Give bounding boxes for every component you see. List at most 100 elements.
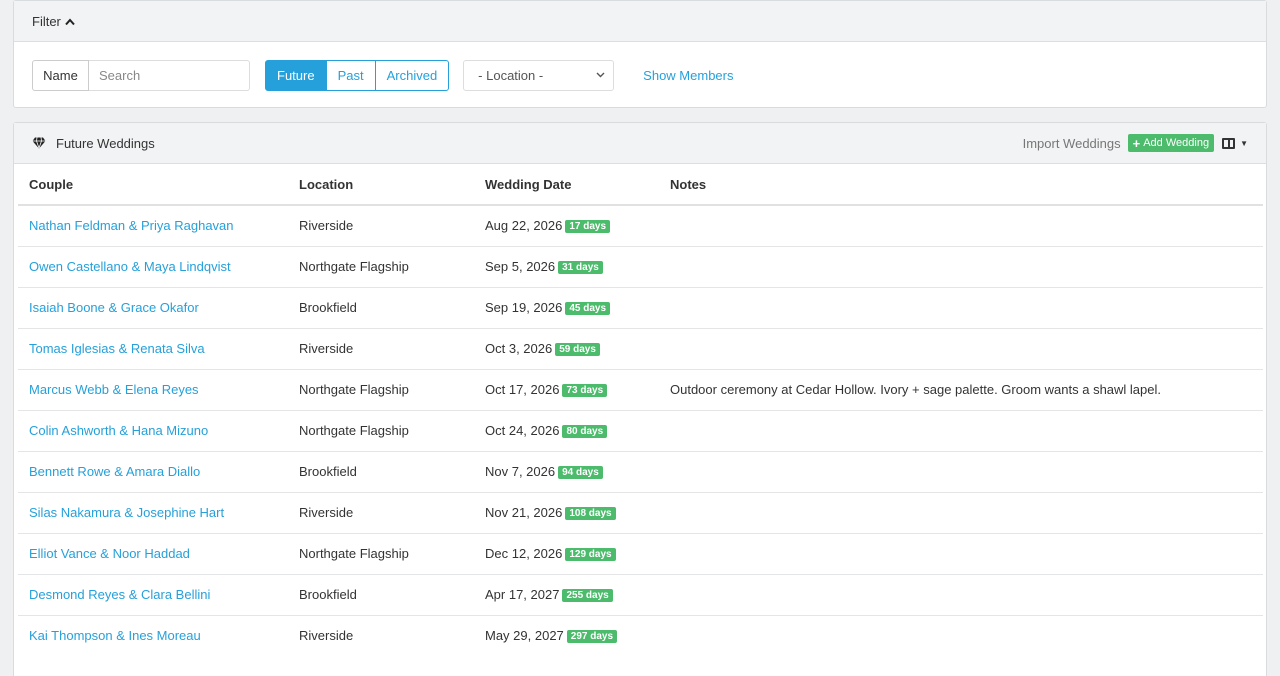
couple-link[interactable]: Bennett Rowe & Amara Diallo — [29, 464, 200, 479]
column-header-notes[interactable]: Notes — [659, 164, 1263, 206]
name-label: Name — [32, 59, 89, 91]
filter-title: Filter — [32, 13, 61, 29]
weddings-heading: Future Weddings Import Weddings + Add We… — [14, 123, 1266, 164]
wedding-date: Sep 5, 2026 — [485, 259, 556, 274]
notes-cell — [659, 205, 1263, 247]
wedding-date: Oct 17, 2026 — [485, 382, 560, 397]
notes-cell — [659, 492, 1263, 534]
wedding-date: Nov 21, 2026 — [485, 505, 563, 520]
date-cell: Aug 22, 2026 17 days — [474, 205, 659, 247]
couple-link[interactable]: Desmond Reyes & Clara Bellini — [29, 587, 210, 602]
days-badge: 59 days — [555, 343, 600, 356]
days-badge: 17 days — [565, 220, 611, 234]
wedding-date: Sep 19, 2026 — [485, 300, 563, 315]
location-cell: Brookfield — [288, 287, 474, 329]
table-row: Marcus Webb & Elena Reyes Northgate Flag… — [18, 369, 1263, 411]
date-cell: Oct 17, 2026 73 days — [474, 369, 659, 411]
date-cell: Apr 17, 2027 255 days — [474, 574, 659, 616]
archived-button[interactable]: Archived — [374, 59, 450, 91]
table-row: Silas Nakamura & Josephine Hart Riversid… — [18, 492, 1263, 534]
couple-link[interactable]: Colin Ashworth & Hana Mizuno — [29, 423, 208, 438]
columns-icon — [1222, 137, 1236, 149]
table-row: Owen Castellano & Maya Lindqvist Northga… — [18, 246, 1263, 288]
filter-body: Name Future Past Archived - Location - S… — [14, 42, 1266, 108]
date-cell: May 29, 2027 297 days — [474, 615, 659, 656]
weddings-table: Couple Location Wedding Date Notes Natha… — [18, 164, 1263, 656]
notes-cell — [659, 410, 1263, 452]
wedding-date: May 29, 2027 — [485, 628, 564, 644]
add-wedding-button[interactable]: + Add Wedding — [1127, 134, 1215, 152]
days-badge: 45 days — [565, 302, 611, 315]
diamond-icon — [32, 137, 46, 149]
notes-cell — [659, 328, 1263, 370]
columns-toggle-button[interactable]: ▼ — [1222, 137, 1248, 149]
column-header-location[interactable]: Location — [288, 164, 474, 206]
location-cell: Riverside — [288, 492, 474, 534]
caret-down-icon: ▼ — [1240, 138, 1248, 148]
notes-cell — [659, 574, 1263, 616]
couple-link[interactable]: Elliot Vance & Noor Haddad — [29, 546, 190, 561]
column-header-wedding-date[interactable]: Wedding Date — [474, 164, 659, 206]
column-header-couple[interactable]: Couple — [18, 164, 288, 206]
location-cell: Brookfield — [288, 574, 474, 616]
plus-icon: + — [1132, 135, 1141, 151]
notes-cell — [659, 533, 1263, 575]
filter-panel: Filter Name Future Past Archived - Locat… — [13, 0, 1267, 108]
filter-toggle[interactable]: Filter — [14, 1, 1266, 42]
couple-link[interactable]: Silas Nakamura & Josephine Hart — [29, 505, 224, 520]
location-cell: Riverside — [288, 205, 474, 247]
wedding-date: Dec 12, 2026 — [485, 546, 563, 561]
couple-link[interactable]: Nathan Feldman & Priya Raghavan — [29, 218, 234, 233]
future-button[interactable]: Future — [265, 59, 327, 91]
import-weddings-link[interactable]: Import Weddings — [1023, 136, 1121, 151]
table-row: Desmond Reyes & Clara Bellini Brookfield… — [18, 574, 1263, 616]
search-input[interactable] — [89, 59, 250, 91]
table-row: Elliot Vance & Noor Haddad Northgate Fla… — [18, 533, 1263, 575]
chevron-down-icon — [596, 70, 605, 81]
wedding-date: Oct 3, 2026 — [485, 341, 553, 356]
table-row: Colin Ashworth & Hana Mizuno Northgate F… — [18, 410, 1263, 452]
location-cell: Northgate Flagship — [288, 533, 474, 575]
wedding-date: Aug 22, 2026 — [485, 218, 563, 234]
couple-link[interactable]: Marcus Webb & Elena Reyes — [29, 382, 199, 397]
table-row: Tomas Iglesias & Renata Silva Riverside … — [18, 328, 1263, 370]
wedding-date: Nov 7, 2026 — [485, 464, 556, 479]
date-cell: Oct 3, 2026 59 days — [474, 328, 659, 370]
weddings-panel: Future Weddings Import Weddings + Add We… — [13, 122, 1267, 676]
notes-cell — [659, 451, 1263, 493]
days-badge: 108 days — [565, 507, 616, 520]
days-badge: 255 days — [562, 589, 613, 602]
location-select-value: - Location - — [478, 67, 544, 83]
table-row: Bennett Rowe & Amara Diallo Brookfield N… — [18, 451, 1263, 493]
add-wedding-label: Add Wedding — [1143, 137, 1210, 149]
days-badge: 129 days — [565, 548, 616, 561]
wedding-date: Oct 24, 2026 — [485, 423, 560, 438]
table-header-row: Couple Location Wedding Date Notes — [18, 164, 1263, 206]
couple-link[interactable]: Tomas Iglesias & Renata Silva — [29, 341, 205, 356]
location-cell: Riverside — [299, 628, 354, 644]
notes-cell — [659, 246, 1263, 288]
chevron-up-icon — [65, 14, 75, 29]
page-title: Future Weddings — [56, 135, 155, 151]
location-select[interactable]: - Location - — [463, 59, 615, 91]
show-members-link[interactable]: Show Members — [643, 68, 733, 83]
couple-link[interactable]: Owen Castellano & Maya Lindqvist — [29, 259, 231, 274]
couple-link[interactable]: Kai Thompson & Ines Moreau — [29, 628, 201, 643]
days-badge: 73 days — [562, 384, 608, 397]
date-cell: Oct 24, 2026 80 days — [474, 410, 659, 452]
days-badge: 31 days — [558, 261, 603, 274]
location-cell: Brookfield — [288, 451, 474, 493]
wedding-date: Apr 17, 2027 — [485, 587, 560, 602]
location-cell: Northgate Flagship — [288, 369, 474, 411]
name-search-group: Name — [32, 59, 250, 91]
table-row: Isaiah Boone & Grace Okafor Brookfield S… — [18, 287, 1263, 329]
notes-cell — [659, 615, 1263, 656]
date-cell: Sep 5, 2026 31 days — [474, 246, 659, 288]
notes-cell — [659, 287, 1263, 329]
date-cell: Nov 7, 2026 94 days — [474, 451, 659, 493]
location-cell: Northgate Flagship — [288, 410, 474, 452]
couple-link[interactable]: Isaiah Boone & Grace Okafor — [29, 300, 199, 315]
time-filter-group: Future Past Archived — [265, 59, 450, 91]
table-row: Kai Thompson & Ines Moreau Riverside May… — [18, 615, 1263, 656]
past-button[interactable]: Past — [325, 59, 376, 91]
